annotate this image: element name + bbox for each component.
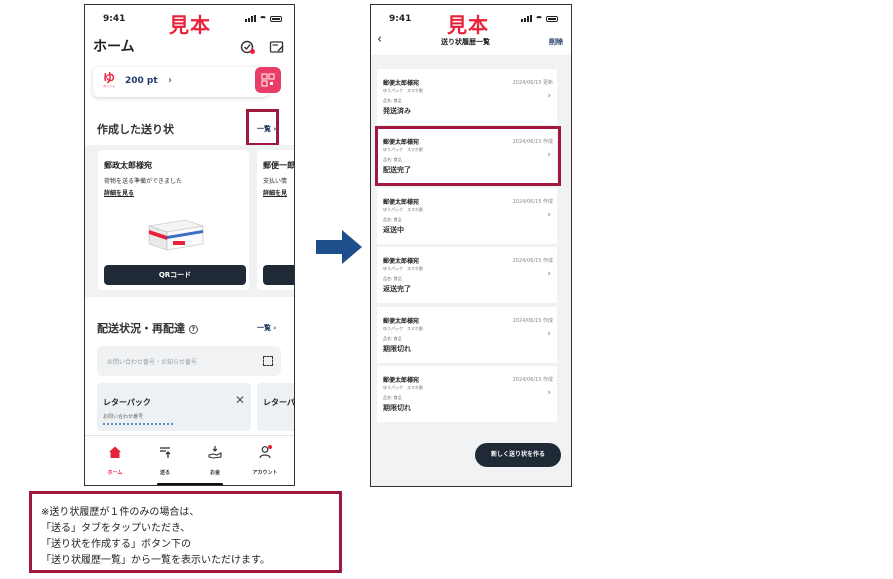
points-value: 200 pt: [125, 76, 158, 86]
created-labels-title: 作成した送り状: [97, 123, 174, 136]
note-box: ※送り状履歴が１件のみの場合は、 「送る」タブをタップいただき、 「送り状を作成…: [29, 491, 342, 573]
tab-account[interactable]: アカウント: [245, 444, 285, 476]
detail-link[interactable]: 詳細を見: [263, 188, 287, 197]
delivery-status-title: 配送状況・再配達 ?: [97, 320, 198, 336]
label-card[interactable]: 郵政太郎様宛 荷物を送る準備ができました 詳細を見る QRコード: [98, 150, 249, 290]
list-item[interactable]: 郵便太郎様宛 2024/06/15 作成 ゆうパック スマホ割 品名: 食品 期…: [377, 366, 557, 422]
yu-pack-box-image: [148, 219, 204, 251]
home-icon: [109, 446, 121, 458]
status-icons: [245, 15, 282, 22]
money-hand-icon: [208, 446, 222, 459]
tab-home[interactable]: ホーム: [95, 444, 135, 476]
highlight-frame: [246, 109, 279, 146]
qr-icon: [261, 73, 275, 87]
list-item[interactable]: 郵便太郎様宛 2024/06/15 作成 ゆうパック スマホ割 品名: 食品 返…: [377, 247, 557, 303]
battery-icon: [546, 15, 558, 22]
page-title: ホーム: [93, 39, 135, 55]
list-item[interactable]: 郵便太郎様宛 2024/06/15 作成 ゆうパック スマホ割 品名: 食品 期…: [377, 307, 557, 363]
wifi-icon: [259, 15, 267, 22]
arrow-right-icon: [316, 230, 362, 264]
chevron-right-icon: ›: [547, 91, 551, 101]
status-time: 9:41: [389, 14, 412, 24]
edit-card-icon[interactable]: [269, 39, 285, 55]
tab-send[interactable]: 送る: [145, 444, 185, 476]
new-label-button[interactable]: 新しく送り状を作る: [475, 443, 561, 467]
close-icon[interactable]: ✕: [235, 393, 245, 407]
letter-pack-card[interactable]: レターパック お問い合わせ番号 ✕: [97, 383, 251, 431]
delete-button[interactable]: 削除: [549, 37, 563, 47]
tracking-search-input[interactable]: お問い合わせ番号・お知らせ番号: [97, 346, 281, 376]
signal-icon: [245, 15, 256, 22]
help-icon[interactable]: ?: [188, 324, 198, 334]
page-title: 送り状履歴一覧: [441, 38, 490, 46]
list-item[interactable]: 郵便太郎様宛 2024/06/15 更新 ゆうパック スマホ割 品名: 食品 発…: [377, 69, 557, 125]
chevron-right-icon: ›: [547, 329, 551, 339]
sample-label: 見本: [169, 13, 211, 37]
status-time: 9:41: [103, 14, 126, 24]
tab-money[interactable]: お金: [195, 444, 235, 476]
sample-label: 見本: [447, 13, 489, 37]
home-screen: 9:41 見本 ホーム ゆ ポイント 200 pt › 作成した送り状 一覧 ›: [84, 4, 295, 486]
qr-scan-button[interactable]: [255, 67, 281, 93]
tab-bar: ホーム 送る お金 アカウント: [85, 435, 294, 485]
tracking-number-partial: [103, 423, 173, 426]
label-history-screen: 9:41 見本 ‹ 送り状履歴一覧 削除 郵便太郎様宛 2024/06/15 更…: [370, 4, 572, 487]
qr-code-button[interactable]: QRコード: [104, 265, 246, 285]
highlight-frame: [375, 126, 561, 186]
chevron-right-icon: ›: [547, 210, 551, 220]
back-chevron-icon[interactable]: ‹: [377, 32, 382, 47]
detail-link[interactable]: 詳細を見る: [104, 188, 134, 197]
chevron-right-icon: ›: [547, 388, 551, 398]
checklist-icon[interactable]: [240, 39, 256, 55]
qr-code-button[interactable]: [263, 265, 294, 285]
label-card[interactable]: 郵便一郎 支払い情 詳細を見: [257, 150, 294, 290]
list-item[interactable]: 郵便太郎様宛 2024/06/15 作成 ゆうパック スマホ割 品名: 食品 返…: [377, 188, 557, 244]
barcode-scan-icon[interactable]: [263, 356, 273, 366]
chevron-right-icon: ›: [168, 75, 172, 86]
account-icon: [259, 445, 272, 459]
send-icon: [160, 447, 171, 458]
wifi-icon: [535, 15, 543, 22]
chevron-right-icon: ›: [547, 269, 551, 279]
delivery-list-link[interactable]: 一覧 ›: [257, 323, 276, 333]
yu-point-logo: ゆ ポイント: [103, 71, 116, 88]
home-indicator: [157, 483, 223, 485]
letter-pack-card[interactable]: レターパ: [257, 383, 294, 431]
points-card[interactable]: ゆ ポイント 200 pt ›: [93, 67, 269, 97]
battery-icon: [270, 15, 282, 22]
status-icons: [521, 15, 558, 22]
signal-icon: [521, 15, 532, 22]
